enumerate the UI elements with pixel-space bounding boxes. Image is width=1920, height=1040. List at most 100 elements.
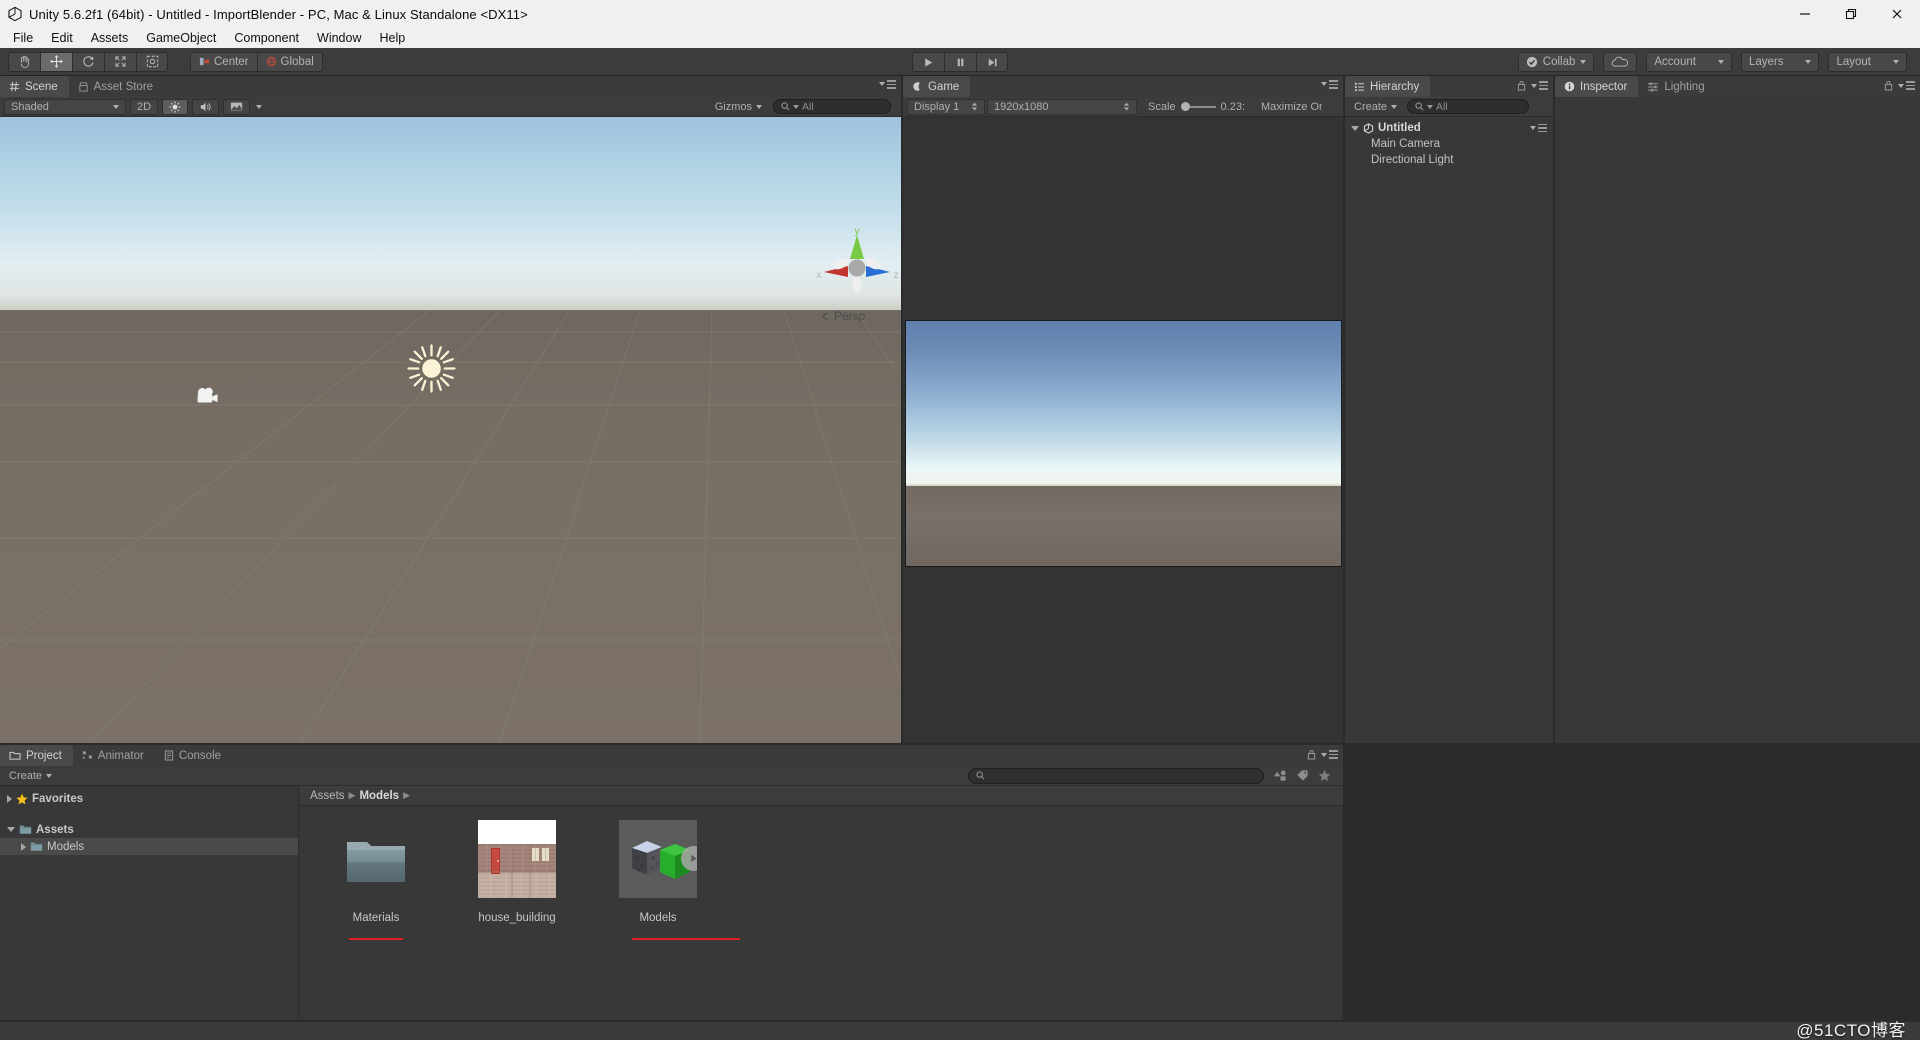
step-button[interactable] [976, 52, 1008, 72]
breadcrumb-item-assets[interactable]: Assets [310, 790, 345, 802]
expand-triangle-icon[interactable] [1351, 125, 1359, 131]
game-render-area[interactable] [905, 320, 1342, 567]
hierarchy-create-button[interactable]: Create [1349, 99, 1402, 115]
hierarchy-item-main-camera[interactable]: Main Camera [1345, 136, 1553, 152]
toggle-2d-button[interactable]: 2D [130, 98, 159, 115]
pivot-mode-button[interactable]: Center [190, 51, 257, 72]
scene-context-menu-button[interactable] [1530, 123, 1547, 133]
maximize-on-play-label: Maximize On P [1261, 100, 1322, 113]
expand-triangle-icon[interactable] [7, 794, 12, 803]
pause-button[interactable] [944, 52, 976, 72]
chevron-down-icon [756, 104, 762, 109]
console-icon [164, 750, 173, 761]
hierarchy-scene-root[interactable]: Untitled [1345, 120, 1553, 136]
tab-scene[interactable]: Scene [0, 76, 69, 97]
search-icon [976, 771, 985, 780]
maximize-button[interactable] [1828, 0, 1874, 28]
center-pivot-icon [199, 57, 210, 66]
tab-lighting[interactable]: Lighting [1638, 76, 1715, 97]
hierarchy-search-input[interactable]: All [1407, 99, 1530, 114]
collab-button[interactable]: Collab [1517, 51, 1595, 72]
scale-tool-button[interactable] [104, 51, 136, 72]
menu-assets[interactable]: Assets [82, 28, 138, 48]
scene-orientation-gizmo[interactable]: y x z [810, 225, 901, 307]
menu-file[interactable]: File [4, 28, 42, 48]
display-dropdown[interactable]: Display 1 [907, 98, 985, 115]
display-label: Display 1 [914, 100, 960, 113]
favorite-star-icon[interactable] [1318, 769, 1331, 782]
lighting-toggle-button[interactable] [162, 98, 189, 115]
project-search-input[interactable] [968, 767, 1264, 784]
minimize-button[interactable] [1782, 0, 1828, 28]
sun-gizmo-icon[interactable] [405, 342, 458, 395]
play-button[interactable] [912, 52, 944, 72]
project-inspector-divider[interactable] [1343, 745, 1345, 1020]
project-tree-label: Assets [36, 823, 74, 836]
hand-tool-button[interactable] [8, 51, 40, 72]
game-viewport[interactable] [903, 117, 1343, 743]
menu-help[interactable]: Help [370, 28, 414, 48]
project-tree-item-models[interactable]: Models [0, 838, 298, 855]
tab-console[interactable]: Console [155, 745, 232, 766]
close-button[interactable] [1874, 0, 1920, 28]
scene-options-button[interactable] [879, 80, 896, 89]
layout-button[interactable]: Layout [1828, 51, 1907, 72]
updown-arrows-icon [1123, 102, 1130, 111]
menu-component[interactable]: Component [225, 28, 308, 48]
scene-viewport[interactable]: y x z Persp [0, 117, 901, 743]
scene-search-input[interactable]: All [773, 99, 891, 114]
resolution-dropdown[interactable]: 1920x1080 [987, 98, 1137, 115]
effects-toggle-button[interactable] [223, 98, 251, 115]
asset-label: Models [639, 912, 677, 924]
menu-window[interactable]: Window [308, 28, 370, 48]
breadcrumb-item-models[interactable]: Models [359, 790, 399, 802]
space-mode-button[interactable]: Global [256, 51, 323, 72]
camera-gizmo-icon[interactable] [195, 385, 221, 407]
cloud-button[interactable] [1603, 51, 1638, 72]
tab-inspector[interactable]: Inspector [1555, 76, 1639, 97]
filter-by-type-icon[interactable] [1273, 769, 1287, 782]
filter-by-label-icon[interactable] [1296, 769, 1309, 782]
audio-toggle-button[interactable] [192, 98, 220, 115]
hierarchy-options-button[interactable] [1531, 81, 1548, 90]
draw-mode-dropdown[interactable]: Shaded [4, 98, 126, 115]
rotate-tool-button[interactable] [72, 51, 104, 72]
menu-edit[interactable]: Edit [42, 28, 82, 48]
asset-item-materials[interactable]: Materials [322, 820, 430, 1020]
scale-slider-handle[interactable] [1180, 102, 1190, 111]
expand-triangle-icon[interactable] [7, 827, 15, 832]
inspector-options-button[interactable] [1898, 81, 1915, 90]
account-button[interactable]: Account [1646, 51, 1732, 72]
lock-icon[interactable] [1517, 80, 1526, 91]
scale-slider-track[interactable] [1189, 105, 1216, 108]
lock-icon[interactable] [1307, 749, 1316, 760]
asset-item-models[interactable]: Models [604, 820, 740, 1020]
menu-gameobject[interactable]: GameObject [137, 28, 225, 48]
move-icon [50, 55, 63, 68]
hierarchy-item-directional-light[interactable]: Directional Light [1345, 152, 1553, 168]
scene-projection-label[interactable]: Persp [820, 309, 865, 323]
tab-hierarchy[interactable]: Hierarchy [1345, 76, 1431, 97]
layers-button[interactable]: Layers [1740, 51, 1820, 72]
expand-triangle-icon[interactable] [21, 842, 26, 851]
lock-icon[interactable] [1884, 80, 1893, 91]
project-create-button[interactable]: Create [4, 768, 57, 784]
project-tree-item-assets[interactable]: Assets [0, 821, 298, 838]
scale-slider-group[interactable]: Scale 0.23: [1143, 99, 1250, 115]
project-options-button[interactable] [1321, 750, 1338, 759]
game-subbar: Display 1 1920x1080 Scale 0.23: Maximize… [903, 97, 1343, 117]
tab-inspector-label: Inspector [1580, 80, 1628, 93]
rect-tool-button[interactable] [136, 51, 168, 72]
tab-asset-store[interactable]: Asset Store [69, 76, 164, 97]
tab-animator[interactable]: Animator [73, 745, 155, 766]
move-tool-button[interactable] [40, 51, 72, 72]
effects-dropdown[interactable] [254, 99, 267, 115]
project-tree-item-favorites[interactable]: Favorites [0, 790, 298, 807]
tab-game[interactable]: Game [903, 76, 971, 97]
asset-item-house-building[interactable]: house_building [463, 820, 571, 1020]
game-options-button[interactable] [1321, 80, 1338, 89]
gizmos-dropdown[interactable]: Gizmos [710, 99, 767, 115]
gizmo-x-label: x [817, 270, 822, 281]
maximize-on-play-toggle[interactable]: Maximize On P [1256, 99, 1322, 115]
tab-project[interactable]: Project [0, 745, 73, 766]
